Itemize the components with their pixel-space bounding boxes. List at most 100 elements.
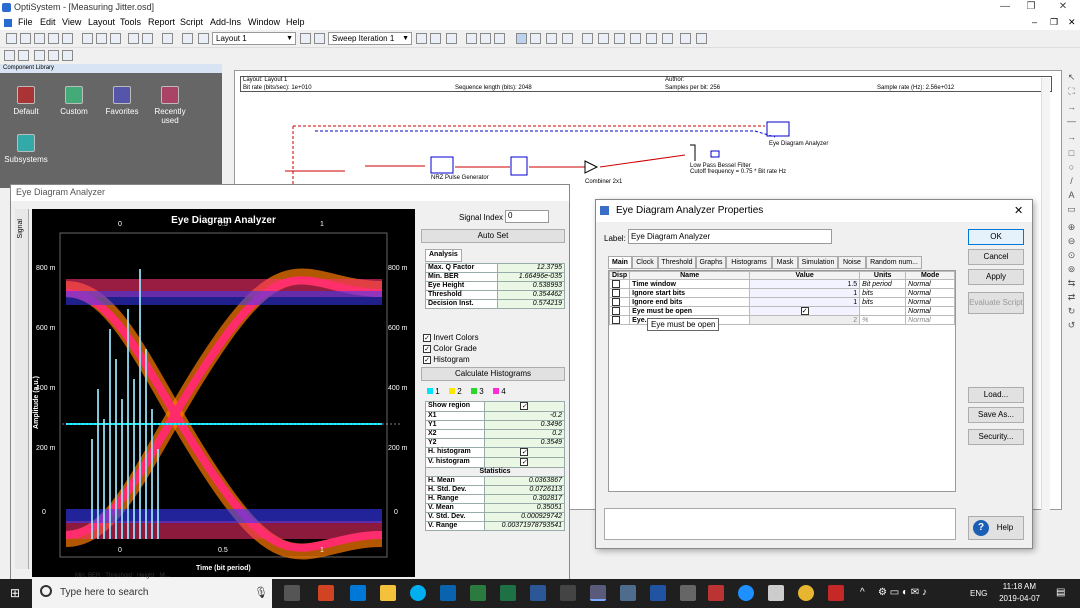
menu-script[interactable]: Script [180, 17, 203, 27]
param-value-checkbox[interactable]: ✓ [749, 306, 861, 316]
sweep-combo[interactable]: Sweep Iteration 1 ▼ [328, 32, 412, 45]
rect-icon[interactable]: □ [1066, 148, 1077, 159]
zoom-fit-icon[interactable]: ⊙ [1066, 250, 1077, 261]
save-as-button[interactable]: Save As... [968, 407, 1024, 423]
tool-1-icon[interactable] [4, 50, 15, 61]
param-mode[interactable]: Normal [905, 279, 955, 289]
region-value[interactable]: 0.3496 [483, 419, 566, 430]
param-mode[interactable]: Normal [905, 315, 955, 325]
ok-button[interactable]: OK [968, 229, 1024, 245]
split-view-icon[interactable] [530, 33, 541, 44]
menu-layout[interactable]: Layout [88, 17, 115, 27]
tab-clock[interactable]: Clock [632, 256, 658, 269]
new-icon[interactable] [6, 33, 17, 44]
disp-checkbox[interactable] [608, 306, 631, 316]
align-4-icon[interactable] [646, 33, 657, 44]
hist-tab-4[interactable]: 4 [493, 387, 506, 396]
align-3-icon[interactable] [630, 33, 641, 44]
zoom-in-icon[interactable]: ⊕ [1066, 222, 1077, 233]
grid-row[interactable]: Time window 1.5 Bit period Normal [608, 279, 955, 289]
disp-checkbox[interactable] [608, 297, 631, 307]
optisystem-icon[interactable] [590, 585, 606, 601]
tab-histograms[interactable]: Histograms [726, 256, 772, 269]
save-icon[interactable] [34, 33, 45, 44]
hist-tab-3[interactable]: 3 [471, 387, 484, 396]
windows-start-icon[interactable]: ⊞ [10, 587, 23, 600]
menu-edit[interactable]: Edit [40, 17, 56, 27]
tab-threshold[interactable]: Threshold [658, 256, 696, 269]
library-recently-used[interactable]: Recently used [148, 86, 192, 125]
ie-icon[interactable] [738, 585, 754, 601]
connect-2-icon[interactable]: ⇄ [1066, 292, 1077, 303]
word-icon[interactable] [530, 585, 546, 601]
region-value[interactable]: 0.3549 [483, 437, 566, 448]
line-icon[interactable]: — [1066, 116, 1077, 127]
calendar-icon[interactable] [470, 585, 486, 601]
signal-index-input[interactable]: 0 [505, 210, 549, 223]
zoom-area-icon[interactable]: ⊚ [1066, 264, 1077, 275]
close-button[interactable]: ✕ [1048, 1, 1078, 15]
grid-view-icon[interactable] [516, 33, 527, 44]
param-mode[interactable]: Normal [905, 297, 955, 307]
mdi-minimize-icon[interactable]: – [1032, 17, 1037, 27]
notifications-icon[interactable]: ▤ [1056, 587, 1065, 598]
view-2-icon[interactable] [480, 33, 491, 44]
param-mode[interactable]: Normal [905, 306, 955, 316]
param-value[interactable]: 1 [749, 288, 861, 298]
powerpoint-icon[interactable] [318, 585, 334, 601]
menu-window[interactable]: Window [248, 17, 280, 27]
library-favorites[interactable]: Favorites [100, 86, 144, 116]
pan-icon[interactable]: ⛶ [1066, 86, 1077, 97]
mdi-restore-icon[interactable]: ❐ [1050, 17, 1058, 28]
skype-icon[interactable] [410, 585, 426, 601]
tray-chevron-icon[interactable]: ^ [860, 587, 865, 598]
text-icon[interactable]: A [1066, 190, 1077, 201]
param-value[interactable]: 1.5 [749, 279, 861, 289]
tab-graphs[interactable]: Graphs [696, 256, 726, 269]
tile-icon[interactable] [546, 33, 557, 44]
disp-checkbox[interactable] [608, 288, 631, 298]
menu-report[interactable]: Report [148, 17, 175, 27]
align-2-icon[interactable] [614, 33, 625, 44]
export-icon[interactable] [680, 33, 691, 44]
auto-set-button[interactable]: Auto Set [421, 229, 565, 243]
invert-colors-checkbox[interactable]: ✓ Invert Colors [423, 333, 479, 342]
grid-row[interactable]: Ignore end bits 1 bits Normal [608, 297, 955, 307]
layout-add-icon[interactable] [300, 33, 311, 44]
app-icon-2[interactable] [620, 585, 636, 601]
sweep-prev-icon[interactable] [416, 33, 427, 44]
tab-random-numbers[interactable]: Random num... [866, 256, 922, 269]
rotate-2-icon[interactable]: ↺ [1066, 320, 1077, 331]
distribute-icon[interactable] [598, 33, 609, 44]
align-5-icon[interactable] [662, 33, 673, 44]
histogram-checkbox[interactable]: ✓ Histogram [423, 355, 470, 364]
security-button[interactable]: Security... [968, 429, 1024, 445]
sweep-end-icon[interactable] [446, 33, 457, 44]
analysis-tab[interactable]: Analysis [425, 249, 462, 262]
help-icon[interactable] [62, 50, 73, 61]
show-region-checkbox[interactable]: ✓ [483, 401, 566, 412]
clock-time[interactable]: 11:18 AM [996, 582, 1036, 591]
cancel-button[interactable]: Cancel [968, 249, 1024, 265]
app-icon-6[interactable] [768, 585, 784, 601]
app-icon-4[interactable] [680, 585, 696, 601]
tool-2-icon[interactable] [18, 50, 29, 61]
file-explorer-icon[interactable] [380, 585, 396, 601]
tab-noise[interactable]: Noise [838, 256, 866, 269]
region-value[interactable]: 0.2 [483, 428, 566, 439]
print-icon[interactable] [62, 33, 73, 44]
menu-file[interactable]: File [18, 17, 33, 27]
param-value[interactable]: 2 [749, 315, 861, 325]
view-1-icon[interactable] [466, 33, 477, 44]
menu-add-ins[interactable]: Add-Ins [210, 17, 241, 27]
hist-tab-1[interactable]: 1 [427, 387, 440, 396]
align-icon[interactable] [582, 33, 593, 44]
param-mode[interactable]: Normal [905, 288, 955, 298]
library-custom[interactable]: Custom [52, 86, 96, 116]
zoom-out-icon[interactable]: ⊖ [1066, 236, 1077, 247]
menu-tools[interactable]: Tools [120, 17, 141, 27]
tray-icons[interactable]: ⚙ ▭ ◐ ✉ ♪ [878, 587, 927, 598]
excel-icon[interactable] [500, 585, 516, 601]
rotate-icon[interactable]: ↻ [1066, 306, 1077, 317]
tool-3-icon[interactable] [34, 50, 45, 61]
